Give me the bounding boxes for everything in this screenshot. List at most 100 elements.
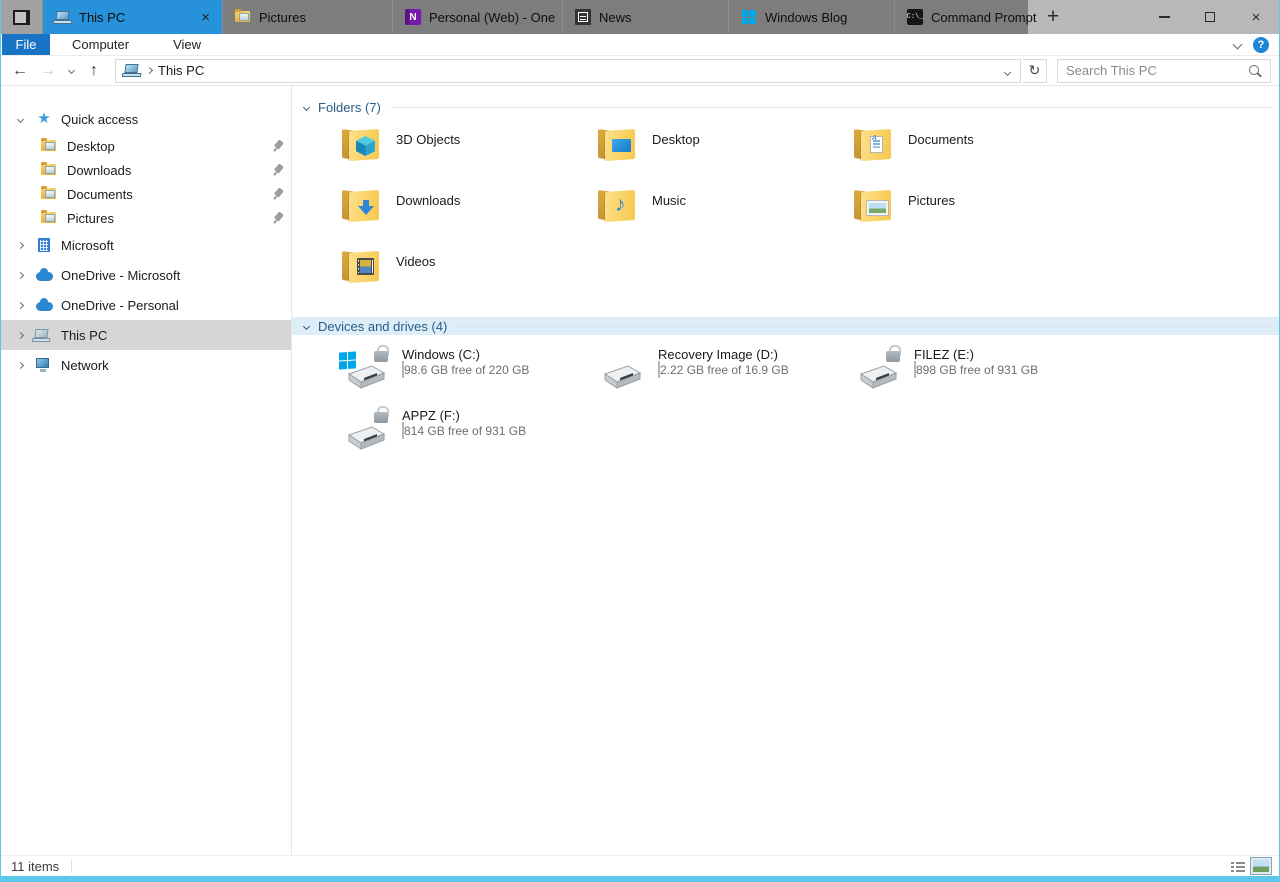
sidebar-item-quick-access[interactable]: ★ Quick access (1, 104, 291, 134)
tab-label: Personal (Web) - One (429, 10, 555, 25)
drive-tile-recovery-d[interactable]: Recovery Image (D:) 2.22 GB free of 16.9… (596, 343, 852, 404)
onedrive-cloud-icon (35, 267, 53, 283)
sidebar-item-label: Microsoft (61, 238, 114, 253)
folder-tile-music[interactable]: ♪ Music (596, 185, 852, 246)
documents-folder-icon (41, 186, 59, 202)
computer-icon (35, 327, 53, 343)
drive-tile-appz-f[interactable]: APPZ (F:) 814 GB free of 931 GB (340, 404, 596, 465)
sidebar-item-network[interactable]: Network (1, 350, 291, 380)
large-icons-view-button[interactable] (1251, 858, 1271, 874)
maximize-button[interactable] (1187, 0, 1233, 34)
sidebar-item-this-pc[interactable]: This PC (1, 320, 291, 350)
breadcrumb-location[interactable]: This PC (158, 63, 204, 78)
layers-icon (13, 10, 30, 25)
collapse-chevron-icon[interactable] (15, 117, 25, 122)
sidebar-item-pictures[interactable]: Pictures (1, 206, 291, 230)
drive-tile-windows-c[interactable]: Windows (C:) 98.6 GB free of 220 GB (340, 343, 596, 404)
tab-onenote-personal[interactable]: N Personal (Web) - One (392, 0, 562, 34)
tab-label: News (599, 10, 632, 25)
folders-section-header[interactable]: Folders (7) (292, 98, 1279, 116)
tab-switcher-button[interactable] (1, 0, 42, 34)
downloads-folder-icon (41, 162, 59, 178)
drive-tile-filez-e[interactable]: FILEZ (E:) 898 GB free of 931 GB (852, 343, 1108, 404)
music-note-icon: ♪ (615, 194, 626, 215)
folder-tile-videos[interactable]: Videos (340, 246, 596, 307)
drives-grid: Windows (C:) 98.6 GB free of 220 GB Reco… (340, 343, 1279, 465)
expand-chevron-icon[interactable] (15, 273, 25, 278)
tab-close-icon[interactable]: × (185, 9, 210, 26)
search-box[interactable]: Search This PC (1057, 59, 1271, 83)
up-button[interactable]: ↑ (81, 59, 107, 83)
items-count: 11 items (11, 859, 59, 874)
new-tab-button[interactable]: + (1028, 0, 1078, 34)
drive-capacity: 98.6 GB free of 220 GB (404, 363, 529, 377)
help-icon[interactable]: ? (1253, 37, 1269, 53)
film-strip-icon (357, 258, 374, 275)
pin-icon (269, 210, 286, 227)
forward-button[interactable]: → (35, 59, 61, 83)
this-pc-icon (124, 64, 141, 77)
tab-this-pc[interactable]: This PC × (42, 0, 222, 34)
folder-name: Pictures (908, 187, 955, 208)
folder-icon (852, 128, 892, 162)
navigation-toolbar: ← → ↑ This PC ↻ Search This PC (1, 56, 1279, 86)
collapse-chevron-icon (303, 322, 310, 329)
expand-chevron-icon[interactable] (15, 243, 25, 248)
expand-chevron-icon[interactable] (15, 303, 25, 308)
sidebar-item-downloads[interactable]: Downloads (1, 158, 291, 182)
lock-icon (886, 351, 900, 363)
section-divider (391, 107, 1271, 108)
minimize-button[interactable] (1141, 0, 1187, 34)
tab-news[interactable]: News (562, 0, 728, 34)
folder-name: Music (652, 187, 686, 208)
back-button[interactable]: ← (7, 59, 33, 83)
sidebar-item-onedrive-personal[interactable]: OneDrive - Personal (1, 290, 291, 320)
tab-bar: This PC × Pictures N Personal (Web) - On… (1, 0, 1279, 34)
refresh-button[interactable]: ↻ (1023, 59, 1047, 83)
folder-name: Downloads (396, 187, 460, 208)
recent-locations-dropdown[interactable] (63, 59, 79, 83)
view-menu-tab[interactable]: View (151, 34, 223, 55)
folder-icon (340, 250, 380, 284)
tab-label: Pictures (259, 10, 306, 25)
monitor-icon (612, 139, 631, 152)
command-prompt-icon: C:\_ (907, 9, 923, 25)
computer-menu-tab[interactable]: Computer (50, 34, 151, 55)
tab-windows-blog[interactable]: Windows Blog (728, 0, 894, 34)
status-bar: 11 items (1, 855, 1279, 876)
expand-chevron-icon[interactable] (15, 363, 25, 368)
address-bar[interactable]: This PC (115, 59, 1021, 83)
close-button[interactable]: × (1233, 0, 1279, 34)
tab-command-prompt[interactable]: C:\_ Command Prompt (894, 0, 1028, 34)
devices-section-header[interactable]: Devices and drives (4) (292, 317, 1279, 335)
folder-tile-pictures[interactable]: Pictures (852, 185, 1108, 246)
drive-capacity: 2.22 GB free of 16.9 GB (660, 363, 789, 377)
sidebar-item-microsoft[interactable]: Microsoft (1, 230, 291, 260)
chevron-down-icon (1004, 69, 1011, 76)
section-title: Folders (7) (318, 100, 381, 115)
folder-tile-downloads[interactable]: Downloads (340, 185, 596, 246)
pin-icon (269, 138, 286, 155)
file-menu-button[interactable]: File (2, 34, 50, 55)
address-dropdown-button[interactable] (999, 63, 1016, 78)
folder-icon: ♪ (596, 189, 636, 223)
folder-tile-3d-objects[interactable]: 3D Objects (340, 124, 596, 185)
expand-chevron-icon[interactable] (15, 333, 25, 338)
tab-pictures[interactable]: Pictures (222, 0, 392, 34)
section-divider (457, 326, 1271, 327)
folder-tile-documents[interactable]: Documents (852, 124, 1108, 185)
expand-ribbon-icon[interactable] (1233, 40, 1243, 50)
sidebar-item-onedrive-microsoft[interactable]: OneDrive - Microsoft (1, 260, 291, 290)
pin-icon (269, 186, 286, 203)
sidebar-item-desktop[interactable]: Desktop (1, 134, 291, 158)
folder-tile-desktop[interactable]: Desktop (596, 124, 852, 185)
breadcrumb-chevron-icon[interactable] (146, 67, 153, 74)
window-border (1, 876, 1279, 882)
drive-name: APPZ (F:) (402, 406, 526, 423)
onedrive-cloud-icon (35, 297, 53, 313)
sidebar-item-documents[interactable]: Documents (1, 182, 291, 206)
section-title: Devices and drives (4) (318, 319, 447, 334)
search-icon[interactable] (1248, 64, 1262, 78)
details-view-button[interactable] (1229, 859, 1247, 874)
folder-icon (852, 189, 892, 223)
